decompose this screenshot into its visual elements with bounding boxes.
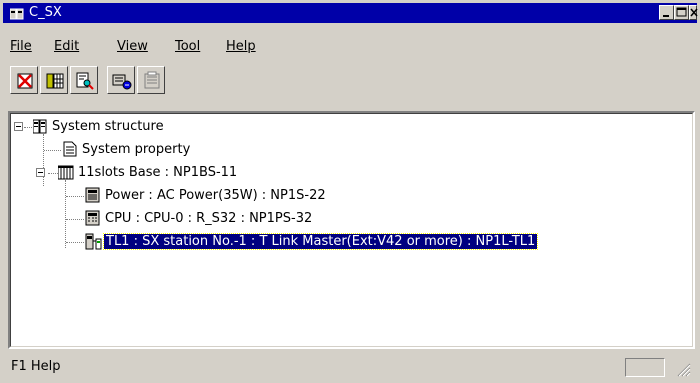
tree-node-label: System property xyxy=(82,142,191,157)
menu-tool-label: Tool xyxy=(175,39,201,54)
tree-view[interactable]: System structure System property 11slots… xyxy=(8,111,695,349)
menu-view[interactable]: View xyxy=(117,38,148,56)
tree-line xyxy=(43,134,45,186)
status-panel xyxy=(625,358,665,377)
search-icon xyxy=(76,72,94,90)
tree-line xyxy=(66,242,84,244)
tree-node-label: System structure xyxy=(52,119,164,134)
status-bar: F1 Help xyxy=(3,355,697,380)
base-rack-icon xyxy=(58,165,74,180)
system-structure-icon xyxy=(33,119,47,134)
menu-file-label: File xyxy=(10,39,32,54)
app-icon xyxy=(10,8,24,20)
tree-line xyxy=(48,173,58,175)
close-button[interactable] xyxy=(689,5,698,20)
tree-node-label: 11slots Base : NP1BS-11 xyxy=(78,165,238,180)
window-title: C_SX xyxy=(29,5,62,20)
cpu-module-icon xyxy=(85,210,100,226)
menu-edit-label: Edit xyxy=(54,39,80,54)
maximize-icon xyxy=(676,7,687,17)
tree-node-label: CPU : CPU-0 : R_S32 : NP1PS-32 xyxy=(105,211,313,226)
print-icon xyxy=(144,71,160,89)
module-button[interactable] xyxy=(40,66,68,94)
menu-bar: File Edit View Tool Help xyxy=(3,36,697,58)
minimize-button[interactable] xyxy=(659,5,674,20)
collapse-toggle[interactable] xyxy=(36,168,45,177)
menu-file[interactable]: File xyxy=(10,38,32,56)
transfer-icon xyxy=(112,74,132,90)
application-window: C_SX File Edit View Tool Help System str… xyxy=(0,0,700,383)
menu-view-label: View xyxy=(117,39,148,54)
print-button[interactable] xyxy=(137,66,165,94)
close-icon xyxy=(690,8,698,17)
menu-tool[interactable]: Tool xyxy=(175,38,200,56)
maximize-button[interactable] xyxy=(674,5,689,20)
tree-line xyxy=(66,219,84,221)
tree-line xyxy=(66,196,84,198)
tree-node-system-structure[interactable]: System structure xyxy=(50,118,166,136)
tree-node-label: TL1 : SX station No.-1 : T Link Master(E… xyxy=(102,233,539,250)
tree-line xyxy=(24,127,32,129)
tree-node-label: Power : AC Power(35W) : NP1S-22 xyxy=(105,188,326,203)
toolbar xyxy=(10,66,270,98)
tree-node-tl1[interactable]: TL1 : SX station No.-1 : T Link Master(E… xyxy=(102,233,539,251)
tree-node-base[interactable]: 11slots Base : NP1BS-11 xyxy=(76,164,239,182)
resize-grip-icon[interactable] xyxy=(675,361,691,377)
collapse-toggle[interactable] xyxy=(14,122,23,131)
transfer-button[interactable] xyxy=(107,66,135,94)
title-bar[interactable]: C_SX xyxy=(3,3,698,23)
tree-node-cpu[interactable]: CPU : CPU-0 : R_S32 : NP1PS-32 xyxy=(103,210,314,228)
tree-line xyxy=(65,180,67,248)
delete-button[interactable] xyxy=(10,66,38,94)
menu-help-label: Help xyxy=(226,39,256,54)
delete-icon xyxy=(17,73,33,89)
tree-node-system-property[interactable]: System property xyxy=(80,141,192,159)
power-module-icon xyxy=(85,187,100,203)
tree-node-power[interactable]: Power : AC Power(35W) : NP1S-22 xyxy=(103,187,328,205)
link-module-icon xyxy=(85,233,102,250)
status-text: F1 Help xyxy=(11,359,61,374)
document-icon xyxy=(63,141,77,157)
search-button[interactable] xyxy=(70,66,98,94)
module-icon xyxy=(46,73,64,89)
tree-line xyxy=(44,150,61,152)
tree-view-inner: System structure System property 11slots… xyxy=(10,113,693,347)
minimize-icon xyxy=(663,15,669,17)
menu-edit[interactable]: Edit xyxy=(54,38,79,56)
menu-help[interactable]: Help xyxy=(226,38,256,56)
